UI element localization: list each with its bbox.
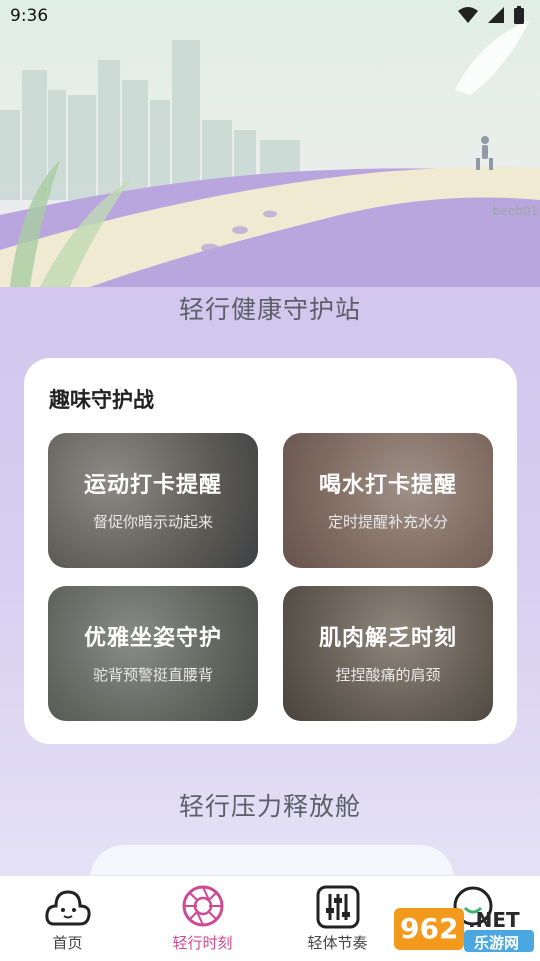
tile-title: 喝水打卡提醒 [318, 473, 457, 498]
tile-shade [283, 433, 493, 568]
status-icons [458, 6, 524, 24]
tab-label: 首页 [52, 934, 83, 952]
tile-title: 肌肉解乏时刻 [318, 626, 457, 651]
tile-water-reminder[interactable]: 喝水打卡提醒 定时提醒补充水分 [283, 433, 493, 568]
tile-shade [48, 586, 258, 721]
tab-label: 轻行时刻 [172, 934, 233, 952]
tile-exercise-reminder[interactable]: 运动打卡提醒 督促你暗示动起来 [48, 433, 258, 568]
battery-icon [514, 6, 524, 24]
status-bar: 9:36 [0, 0, 540, 34]
brand-suffix: .NET [468, 908, 520, 932]
section-title-stress: 轻行压力释放舱 [178, 792, 361, 821]
aperture-icon [182, 885, 223, 927]
tile-subtitle: 定时提醒补充水分 [327, 513, 448, 531]
tile-subtitle: 督促你暗示动起来 [92, 513, 213, 531]
section-title-guard: 轻行健康守护站 [178, 295, 361, 324]
hero-art [0, 20, 540, 287]
signal-icon [488, 7, 504, 23]
brand-overlay-962: 962 .NET 乐游网 [394, 908, 534, 954]
fun-card-title: 趣味守护战 [49, 388, 154, 412]
tile-subtitle: 驼背预警挺直腰背 [92, 666, 213, 684]
wifi-icon [458, 7, 478, 23]
tab-label: 轻体节奏 [307, 934, 368, 952]
brand-name: 乐游网 [474, 934, 520, 952]
brand-number: 962 [400, 912, 459, 945]
cloud-face-icon [44, 890, 91, 926]
tile-shade [48, 433, 258, 568]
tab-rhythm[interactable]: 轻体节奏 [270, 876, 405, 961]
tile-title: 运动打卡提醒 [83, 473, 222, 498]
tile-muscle-relief[interactable]: 肌肉解乏时刻 捏捏酸痛的肩颈 [283, 586, 493, 721]
equalizer-icon [316, 885, 359, 929]
tile-title: 优雅坐姿守护 [83, 626, 222, 651]
tile-subtitle: 捏捏酸痛的肩颈 [335, 666, 441, 684]
fun-card: 趣味守护战 运动打卡提醒 督促你暗示动起来 喝水打卡提醒 定时提醒补充水分 优雅… [24, 358, 517, 744]
tab-home[interactable]: 首页 [0, 876, 135, 961]
watermark-text: beeb01 [492, 204, 538, 218]
status-time: 9:36 [10, 6, 49, 26]
tab-moments[interactable]: 轻行时刻 [135, 876, 270, 961]
tile-shade [283, 586, 493, 721]
hero-illustration: 9:36 beeb01 [0, 0, 540, 287]
tile-posture-guard[interactable]: 优雅坐姿守护 驼背预警挺直腰背 [48, 586, 258, 721]
